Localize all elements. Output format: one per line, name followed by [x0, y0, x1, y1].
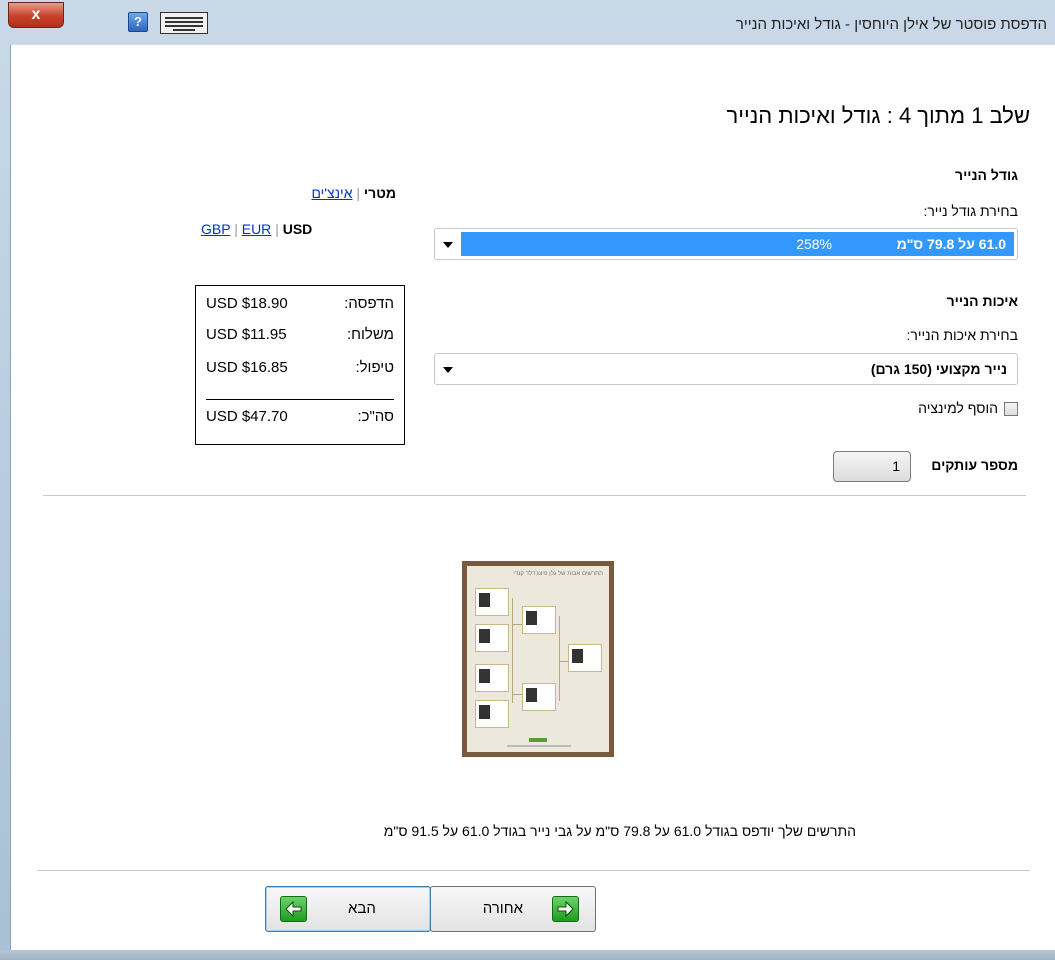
copies-label: מספר עותקים	[931, 457, 1018, 473]
currency-separator: |	[275, 221, 279, 237]
shipping-price-label: משלוח:	[347, 326, 394, 343]
print-price-label: הדפסה:	[344, 295, 394, 312]
help-button[interactable]: ?	[128, 12, 148, 32]
paper-size-dropdown[interactable]: 61.0 על 79.8 ס"מ 258%	[434, 228, 1018, 260]
price-row-print: הדפסה: USD $18.90	[206, 295, 394, 315]
units-toggle: מטרי | אינצ'ים	[311, 185, 396, 201]
lamination-label: הוסף למינציה	[918, 400, 998, 416]
paper-size-percent: 258%	[796, 236, 832, 252]
currency-toggle: GBP | EUR | USD	[201, 221, 312, 237]
poster-person-card	[475, 624, 509, 652]
close-button[interactable]: x	[8, 2, 64, 28]
next-button-label: הבא	[348, 900, 376, 917]
total-price-value: USD $47.70	[206, 408, 288, 425]
next-button[interactable]: הבא	[265, 886, 431, 932]
unit-inches-link[interactable]: אינצ'ים	[311, 185, 352, 201]
window-bottom-border	[0, 950, 1055, 960]
step-title: שלב 1 מתוך 4 : גודל ואיכות הנייר	[726, 103, 1030, 128]
chevron-down-icon	[443, 367, 453, 373]
handling-price-label: טיפול:	[355, 359, 394, 376]
keyboard-icon[interactable]	[160, 12, 208, 34]
chevron-down-icon	[443, 242, 453, 248]
wizard-panel: שלב 1 מתוך 4 : גודל ואיכות הנייר גודל הנ…	[10, 44, 1055, 951]
lamination-checkbox[interactable]	[1004, 402, 1018, 416]
price-row-handling: טיפול: USD $16.85	[206, 359, 394, 379]
poster-person-card	[522, 606, 556, 634]
currency-usd[interactable]: USD	[283, 221, 313, 237]
print-price-value: USD $18.90	[206, 295, 288, 312]
poster-person-card	[475, 588, 509, 616]
arrow-right-icon	[552, 896, 579, 922]
total-price-label: סה"כ:	[357, 408, 394, 425]
poster-person-card	[475, 700, 509, 728]
shipping-price-value: USD $11.95	[206, 326, 287, 343]
divider	[37, 870, 1030, 871]
currency-eur-link[interactable]: EUR	[242, 221, 272, 237]
poster-preview: התרשים אבות של גלן פיצג'רלד קנדי	[462, 561, 614, 757]
window-title: הדפסת פוסטר של אילן היוחסין - גודל ואיכו…	[735, 16, 1047, 33]
poster-logo	[529, 738, 547, 742]
units-separator: |	[356, 185, 361, 201]
paper-size-value: 61.0 על 79.8 ס"מ	[896, 236, 1006, 252]
print-size-caption: התרשים שלך יודפס בגודל 61.0 על 79.8 ס"מ …	[383, 823, 856, 839]
paper-quality-value: נייר מקצועי (150 גרם)	[870, 361, 1007, 377]
paper-quality-dropdown[interactable]: נייר מקצועי (150 גרם)	[434, 353, 1018, 385]
poster-person-card	[522, 683, 556, 711]
unit-metric[interactable]: מטרי	[364, 185, 396, 201]
poster-title: התרשים אבות של גלן פיצג'רלד קנדי	[513, 571, 603, 577]
currency-gbp-link[interactable]: GBP	[201, 221, 230, 237]
copies-dropdown[interactable]: 1	[833, 451, 911, 482]
arrow-left-icon	[280, 896, 307, 922]
handling-price-value: USD $16.85	[206, 359, 288, 376]
poster-preview-image: התרשים אבות של גלן פיצג'רלד קנדי	[467, 566, 609, 752]
paper-quality-heading: איכות הנייר	[946, 293, 1018, 309]
price-row-total: סה"כ: USD $47.70	[206, 408, 394, 428]
back-button-label: אחורה	[482, 900, 523, 917]
paper-size-label: בחירת גודל נייר:	[923, 203, 1018, 219]
title-bar: x ? הדפסת פוסטר של אילן היוחסין - גודל ו…	[0, 0, 1055, 44]
divider	[43, 495, 1026, 496]
back-button[interactable]: אחורה	[430, 886, 596, 932]
app-window: x ? הדפסת פוסטר של אילן היוחסין - גודל ו…	[0, 0, 1055, 960]
paper-size-heading: גודל הנייר	[955, 167, 1018, 183]
poster-person-card	[475, 664, 509, 692]
paper-size-selected: 61.0 על 79.8 ס"מ 258%	[461, 232, 1014, 256]
copies-value: 1	[892, 458, 900, 474]
currency-separator: |	[234, 221, 238, 237]
price-row-shipping: משלוח: USD $11.95	[206, 326, 394, 346]
price-summary: הדפסה: USD $18.90 משלוח: USD $11.95 טיפו…	[195, 285, 405, 445]
paper-quality-label: בחירת איכות הנייר:	[906, 327, 1018, 343]
total-divider	[206, 399, 394, 400]
poster-person-card	[568, 644, 602, 672]
